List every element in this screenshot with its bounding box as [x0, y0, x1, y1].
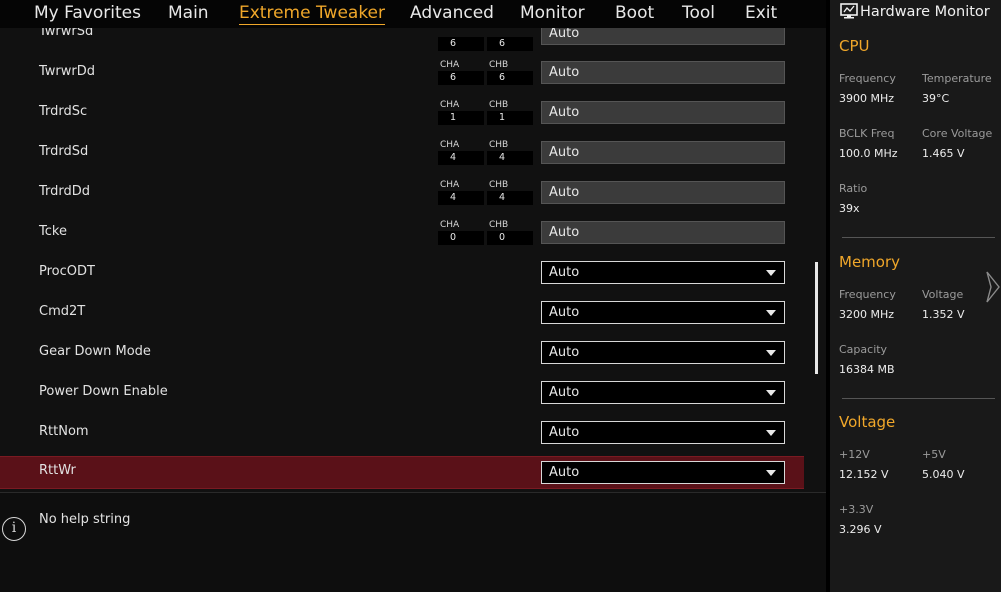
hardware-monitor-title: Hardware Monitor [840, 3, 990, 20]
cha-value-box: CHA 1 [438, 99, 484, 125]
bclk-value: 100.0 MHz [839, 147, 898, 160]
setting-row-trdrdsd[interactable]: TrdrdSd CHA 4 CHB 4 Auto [0, 133, 804, 173]
cha-value-box: 6 [438, 28, 484, 51]
v5-value: 5.040 V [922, 468, 965, 481]
tab-tool[interactable]: Tool [682, 3, 715, 23]
setting-row-power-down-enable[interactable]: Power Down Enable Auto [0, 373, 804, 413]
memory-section-title: Memory [839, 253, 901, 271]
setting-value-dropdown[interactable]: Auto [541, 301, 785, 324]
setting-label: Tcke [39, 224, 67, 239]
tab-boot[interactable]: Boot [615, 3, 654, 23]
section-divider [842, 398, 995, 399]
memory-frequency-label: Frequency [839, 288, 896, 301]
cha-value-box: CHA 4 [438, 179, 484, 205]
setting-row-trdrdsc[interactable]: TrdrdSc CHA 1 CHB 1 Auto [0, 93, 804, 133]
v12-value: 12.152 V [839, 468, 889, 481]
setting-label: ProcODT [39, 264, 95, 279]
setting-row-twrwrdd[interactable]: TwrwrDd CHA 6 CHB 6 Auto [0, 53, 804, 93]
monitor-icon [840, 3, 858, 19]
chb-value-box: CHB 1 [487, 99, 533, 125]
info-icon: i [2, 517, 26, 541]
setting-label: RttNom [39, 424, 89, 439]
voltage-section-title: Voltage [839, 413, 896, 431]
settings-scrollbar[interactable] [815, 262, 818, 374]
bclk-label: BCLK Freq [839, 127, 895, 140]
cpu-temperature-value: 39°C [922, 92, 950, 105]
setting-value-input[interactable]: Auto [541, 221, 785, 244]
ratio-label: Ratio [839, 182, 868, 195]
setting-value-dropdown[interactable]: Auto [541, 341, 785, 364]
setting-row-twrwrsd[interactable]: TwrwrSd 6 6 Auto [0, 28, 804, 53]
setting-row-tcke[interactable]: Tcke CHA 0 CHB 0 Auto [0, 213, 804, 253]
chb-value-box: CHB 0 [487, 219, 533, 245]
chb-value-box: CHB 6 [487, 59, 533, 85]
cha-value-box: CHA 6 [438, 59, 484, 85]
chevron-down-icon [766, 350, 776, 356]
core-voltage-value: 1.465 V [922, 147, 965, 160]
tab-exit[interactable]: Exit [745, 3, 777, 23]
setting-value-input[interactable]: Auto [541, 28, 785, 45]
memory-voltage-label: Voltage [922, 288, 964, 301]
section-divider [842, 237, 995, 238]
setting-row-rttwr[interactable]: RttWr Auto [0, 456, 804, 489]
setting-value-dropdown[interactable]: Auto [541, 461, 785, 484]
ratio-value: 39x [839, 202, 860, 215]
setting-value-dropdown[interactable]: Auto [541, 421, 785, 444]
tab-main[interactable]: Main [168, 3, 209, 23]
memory-capacity-label: Capacity [839, 343, 888, 356]
setting-row-trdrddd[interactable]: TrdrdDd CHA 4 CHB 4 Auto [0, 173, 804, 213]
tab-my-favorites[interactable]: My Favorites [34, 3, 141, 23]
tab-monitor[interactable]: Monitor [520, 3, 585, 23]
setting-value-input[interactable]: Auto [541, 61, 785, 84]
setting-value-dropdown[interactable]: Auto [541, 261, 785, 284]
setting-row-gear-down-mode[interactable]: Gear Down Mode Auto [0, 333, 804, 373]
top-menu-bar: My Favorites Main Extreme Tweaker Advanc… [0, 0, 826, 28]
setting-value-input[interactable]: Auto [541, 101, 785, 124]
hardware-monitor-panel: Hardware Monitor CPU Frequency Temperatu… [830, 0, 1001, 592]
setting-label: TwrwrSd [39, 28, 94, 39]
tab-extreme-tweaker[interactable]: Extreme Tweaker [239, 3, 386, 25]
cpu-section-title: CPU [839, 37, 870, 55]
chb-value-box: CHB 4 [487, 179, 533, 205]
cpu-frequency-label: Frequency [839, 72, 896, 85]
memory-capacity-value: 16384 MB [839, 363, 895, 376]
chevron-down-icon [766, 270, 776, 276]
panel-collapse-arrow-icon[interactable] [984, 270, 1001, 304]
chevron-down-icon [766, 430, 776, 436]
setting-label: Cmd2T [39, 304, 86, 319]
setting-label: Gear Down Mode [39, 344, 151, 359]
chevron-down-icon [766, 470, 776, 476]
setting-row-procodt[interactable]: ProcODT Auto [0, 253, 804, 293]
cha-value-box: CHA 4 [438, 139, 484, 165]
setting-label: TwrwrDd [39, 64, 96, 79]
setting-row-rttnom[interactable]: RttNom Auto [0, 413, 804, 453]
cpu-frequency-value: 3900 MHz [839, 92, 895, 105]
v33-label: +3.3V [839, 503, 874, 516]
v5-label: +5V [922, 448, 946, 461]
memory-voltage-value: 1.352 V [922, 308, 965, 321]
setting-label: TrdrdDd [39, 184, 91, 199]
setting-label: Power Down Enable [39, 384, 168, 399]
v12-label: +12V [839, 448, 870, 461]
tab-advanced[interactable]: Advanced [410, 3, 494, 23]
v33-value: 3.296 V [839, 523, 882, 536]
settings-list: TwrwrSd 6 6 Auto TwrwrDd CHA 6 CHB 6 Auto … [0, 28, 826, 492]
setting-label: TrdrdSc [39, 104, 88, 119]
setting-value-dropdown[interactable]: Auto [541, 381, 785, 404]
chevron-down-icon [766, 390, 776, 396]
core-voltage-label: Core Voltage [922, 127, 993, 140]
help-text: No help string [39, 512, 131, 527]
setting-value-input[interactable]: Auto [541, 141, 785, 164]
chevron-down-icon [766, 310, 776, 316]
cpu-temperature-label: Temperature [922, 72, 992, 85]
memory-frequency-value: 3200 MHz [839, 308, 895, 321]
setting-row-cmd2t[interactable]: Cmd2T Auto [0, 293, 804, 333]
cha-value-box: CHA 0 [438, 219, 484, 245]
setting-label: TrdrdSd [39, 144, 89, 159]
help-panel: i No help string [0, 492, 826, 592]
chb-value-box: 6 [487, 28, 533, 51]
setting-label: RttWr [39, 463, 76, 478]
chb-value-box: CHB 4 [487, 139, 533, 165]
setting-value-input[interactable]: Auto [541, 181, 785, 204]
